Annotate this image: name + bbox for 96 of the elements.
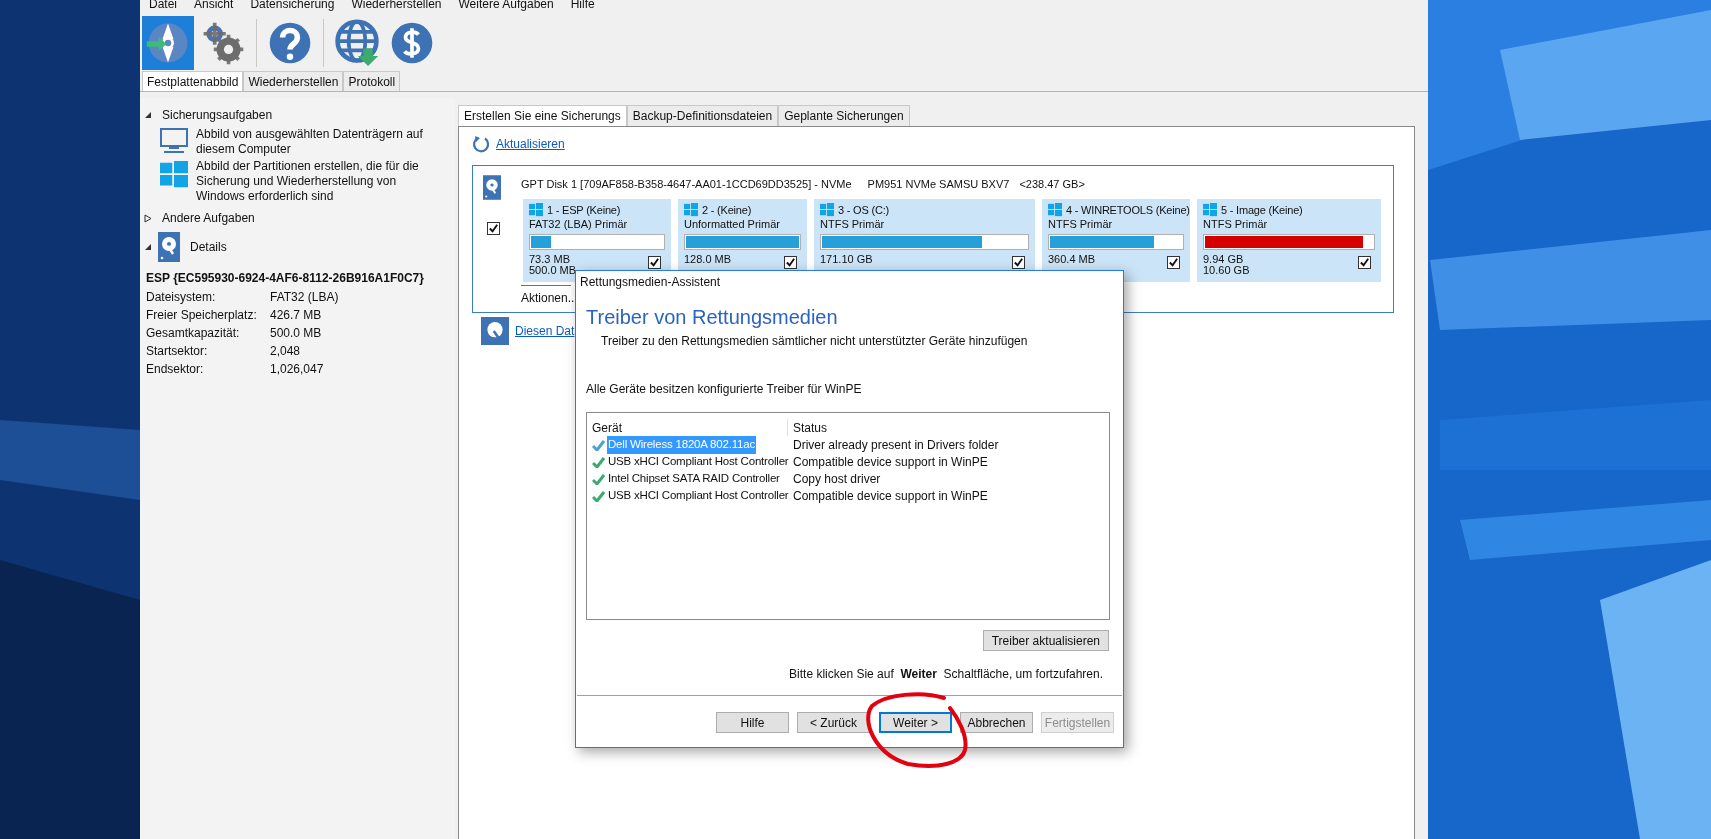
partition-type: Unformatted Primär xyxy=(684,217,781,231)
checkbox[interactable] xyxy=(1358,256,1371,269)
check-icon xyxy=(592,456,605,468)
section-header[interactable]: Andere Aufgaben xyxy=(162,209,255,227)
detail-value: 1,026,047 xyxy=(270,361,324,378)
detail-label: Endsektor: xyxy=(146,361,205,378)
check-icon xyxy=(592,473,605,485)
checkbox[interactable] xyxy=(487,222,500,235)
tab[interactable]: Wiederherstellen xyxy=(243,71,344,91)
dialog-button[interactable]: < Zurück xyxy=(797,712,870,733)
check-icon xyxy=(1013,257,1024,268)
check-icon xyxy=(649,257,660,268)
partition-name: 3 - OS (C:) xyxy=(838,202,889,218)
dialog-heading: Treiber von Rettungsmedien xyxy=(585,305,839,330)
task-link[interactable]: Abbild von ausgewählten Datenträgern auf diesem Computer xyxy=(196,127,441,157)
detail-value: FAT32 (LBA) xyxy=(270,289,339,306)
check-icon xyxy=(1359,257,1370,268)
used-size: 360.4 MB xyxy=(1048,254,1096,265)
dialog-button[interactable]: Hilfe xyxy=(716,712,789,733)
menu-item[interactable]: Datei xyxy=(149,0,177,10)
update-button[interactable]: Treiber aktualisieren xyxy=(982,630,1109,651)
tab[interactable]: Geplante Sicherungen xyxy=(778,105,910,126)
globe-download-icon xyxy=(333,19,381,67)
task-link[interactable]: Abbild der Partitionen erstellen, die für die Sicherung und Wiederherstellung von Windows erforderlich sind xyxy=(196,159,441,204)
checkbox[interactable] xyxy=(784,256,797,269)
partition-type: NTFS Primär xyxy=(1203,217,1269,231)
check-icon xyxy=(592,490,605,502)
detail-value: 426.7 MB xyxy=(270,307,322,324)
disk-model: PM951 NVMe SAMSU BXV7 xyxy=(867,176,1010,192)
monitor-icon xyxy=(160,127,188,155)
windows-icon xyxy=(1203,203,1217,217)
dialog-subtitle: Treiber zu den Rettungsmedien sämtlicher nicht unterstützter Geräte hinzufügen xyxy=(600,333,1029,350)
menu-item[interactable]: Ansicht xyxy=(194,0,234,10)
menu-item[interactable]: Weitere Aufgaben xyxy=(458,0,554,10)
windows-icon xyxy=(1048,203,1062,217)
check-icon xyxy=(785,257,796,268)
partition-name: 2 - (Keine) xyxy=(702,202,752,218)
dialog-message: Alle Geräte besitzen konfigurierte Treiber für WinPE xyxy=(585,381,863,398)
dialog-button[interactable]: Abbrechen xyxy=(960,712,1033,733)
partition-name: 5 - Image (Keine) xyxy=(1221,202,1303,218)
detail-label: Startsektor: xyxy=(146,343,209,360)
tab[interactable]: Festplattenabbild xyxy=(142,71,244,91)
instruction-text: Bitte klicken Sie auf Weiter Schaltfläche, um fortzufahren. xyxy=(788,666,1104,683)
device-name[interactable]: USB xHCI Compliant Host Controller xyxy=(607,453,790,471)
used-size: 171.10 GB xyxy=(820,254,873,265)
disk-size: <238.47 GB> xyxy=(1019,176,1085,192)
check-icon xyxy=(592,439,605,451)
section-header[interactable]: Details xyxy=(190,238,227,256)
checkbox[interactable] xyxy=(1012,256,1025,269)
windows-icon xyxy=(684,203,698,217)
menu-item[interactable]: Wiederherstellen xyxy=(351,0,442,10)
partition-card[interactable]: 4 - WINRETOOLS (Keine) NTFS Primär 360.4 MB xyxy=(1042,199,1190,282)
total-size: 10.60 GB xyxy=(1203,265,1250,276)
used-size: 9.94 GB xyxy=(1203,254,1245,265)
refresh-icon xyxy=(472,135,490,153)
menu-item[interactable]: Datensicherung xyxy=(250,0,335,10)
column-header[interactable]: Status xyxy=(788,419,828,436)
total-size: 500.0 MB xyxy=(529,265,577,276)
tab[interactable]: Protokoll xyxy=(343,71,401,91)
actions-menu[interactable]: Aktionen.. xyxy=(521,291,575,305)
windows-icon xyxy=(529,203,543,217)
task-link[interactable]: Diesen Dat xyxy=(515,322,575,340)
detail-value: 500.0 MB xyxy=(270,325,322,342)
tab[interactable]: Erstellen Sie eine Sicherungs xyxy=(458,105,627,126)
partition-type: NTFS Primär xyxy=(1048,217,1114,231)
status-cell-text: Compatible device support in WinPE xyxy=(792,454,988,471)
used-size: 73.3 MB xyxy=(529,254,571,265)
tab[interactable]: Backup-Definitionsdateien xyxy=(626,105,779,126)
dialog-button[interactable]: Weiter > xyxy=(879,712,952,733)
menu-item[interactable]: Hilfe xyxy=(570,0,595,10)
detail-value: 2,048 xyxy=(270,343,301,360)
check-icon xyxy=(1168,257,1179,268)
status-cell-text: Compatible device support in WinPE xyxy=(792,488,988,505)
partition-card[interactable]: 5 - Image (Keine) NTFS Primär 9.94 GB 10.60 GB xyxy=(1197,199,1381,282)
check-icon xyxy=(488,223,499,234)
partition-type: NTFS Primär xyxy=(820,217,886,231)
used-size: 128.0 MB xyxy=(684,254,732,265)
windows-icon xyxy=(160,161,188,189)
partition-title: ESP {EC595930-6924-4AF6-8112-26B916A1F0C7} xyxy=(146,270,425,287)
status-cell-text: Copy host driver xyxy=(792,471,881,488)
disk-label: GPT Disk 1 [709AF858-B358-4647-AA01-1CCD69DD3525] - NVMe xyxy=(521,176,852,192)
detail-label: Freier Speicherplatz: xyxy=(146,307,258,324)
status-cell-text: Driver already present in Drivers folder xyxy=(792,437,999,454)
partition-type: FAT32 (LBA) Primär xyxy=(529,217,629,231)
device-name[interactable]: USB xHCI Compliant Host Controller xyxy=(607,487,790,505)
checkbox[interactable] xyxy=(648,256,661,269)
partition-name: 1 - ESP (Keine) xyxy=(547,202,621,218)
checkbox[interactable] xyxy=(1167,256,1180,269)
section-header[interactable]: Sicherungsaufgaben xyxy=(162,106,273,124)
toolbar-button[interactable] xyxy=(142,16,194,70)
detail-label: Gesamtkapazität: xyxy=(146,325,241,342)
detail-label: Dateisystem: xyxy=(146,289,217,306)
windows-icon xyxy=(820,203,834,217)
refresh-link[interactable]: Aktualisieren xyxy=(496,135,565,153)
partition-name: 4 - WINRETOOLS (Keine) xyxy=(1066,202,1190,218)
device-name[interactable]: Intel Chipset SATA RAID Controller xyxy=(607,470,781,488)
